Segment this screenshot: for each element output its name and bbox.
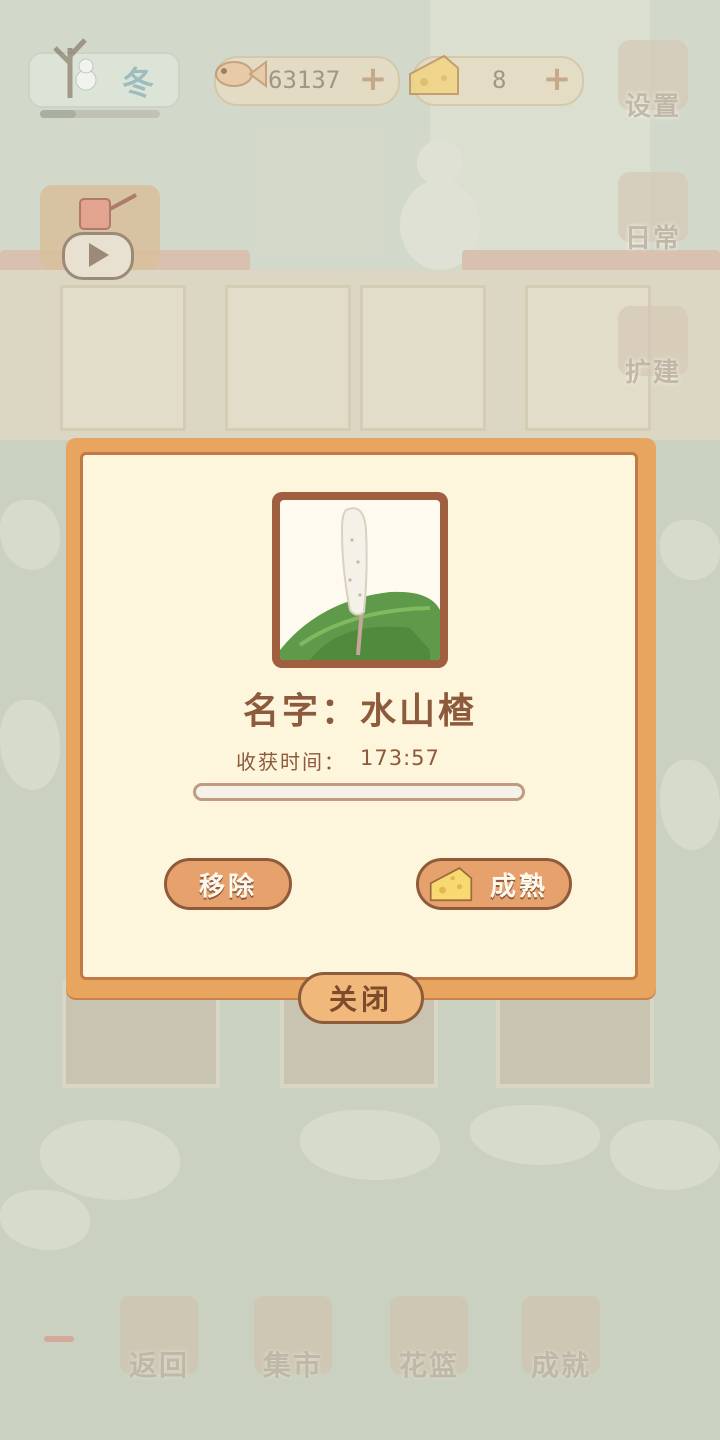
play-icon: [89, 243, 109, 267]
close-button[interactable]: 关闭: [298, 972, 424, 1024]
water-hawthorn-plant-icon: [280, 507, 440, 660]
growth-progress-bar: [193, 783, 525, 801]
nav-back-label: 返回: [128, 1349, 189, 1382]
expand-label: 扩建: [624, 358, 681, 388]
harvest-time-value: 173:57: [360, 746, 440, 770]
nav-market-label: 集市: [262, 1349, 323, 1382]
fish-bone-icon: [215, 60, 267, 88]
season-progress-bar: [40, 110, 160, 118]
season-progress-fill: [40, 110, 76, 118]
ripen-button[interactable]: 成熟: [416, 858, 572, 910]
fish-count: 63137: [268, 66, 341, 94]
nav-achievements-label: 成就: [530, 1349, 591, 1382]
winter-tree-icon: [53, 38, 97, 98]
play-video-button[interactable]: [62, 232, 134, 280]
daily-label: 日常: [624, 224, 681, 254]
plant-image-frame: [272, 492, 448, 668]
cheese-count: 8: [492, 66, 507, 94]
add-cheese-button[interactable]: +: [540, 62, 574, 96]
daily-button[interactable]: 日常: [614, 172, 692, 255]
ripen-label: 成熟: [489, 871, 548, 902]
cheese-icon: [409, 54, 459, 95]
remove-button[interactable]: 移除: [164, 858, 292, 910]
cheese-icon: [429, 867, 473, 902]
harvest-time-label: 收获时间：: [236, 750, 346, 774]
remove-label: 移除: [198, 871, 257, 902]
expand-button[interactable]: 扩建: [614, 306, 692, 389]
nav-achievements[interactable]: 成就: [516, 1296, 606, 1396]
add-fish-button[interactable]: +: [356, 62, 390, 96]
settings-label: 设置: [624, 92, 681, 122]
settings-button[interactable]: 设置: [614, 40, 692, 123]
close-label: 关闭: [328, 983, 393, 1016]
plant-name: 名字：水山楂: [242, 691, 477, 732]
nav-back[interactable]: 返回: [114, 1296, 204, 1396]
nav-market[interactable]: 集市: [248, 1296, 338, 1396]
season-label: 冬: [122, 64, 155, 102]
nav-flower-basket-label: 花篮: [398, 1349, 459, 1382]
collapse-handle[interactable]: [44, 1336, 74, 1342]
nav-flower-basket[interactable]: 花篮: [384, 1296, 474, 1396]
watering-can-icon: [79, 193, 137, 230]
